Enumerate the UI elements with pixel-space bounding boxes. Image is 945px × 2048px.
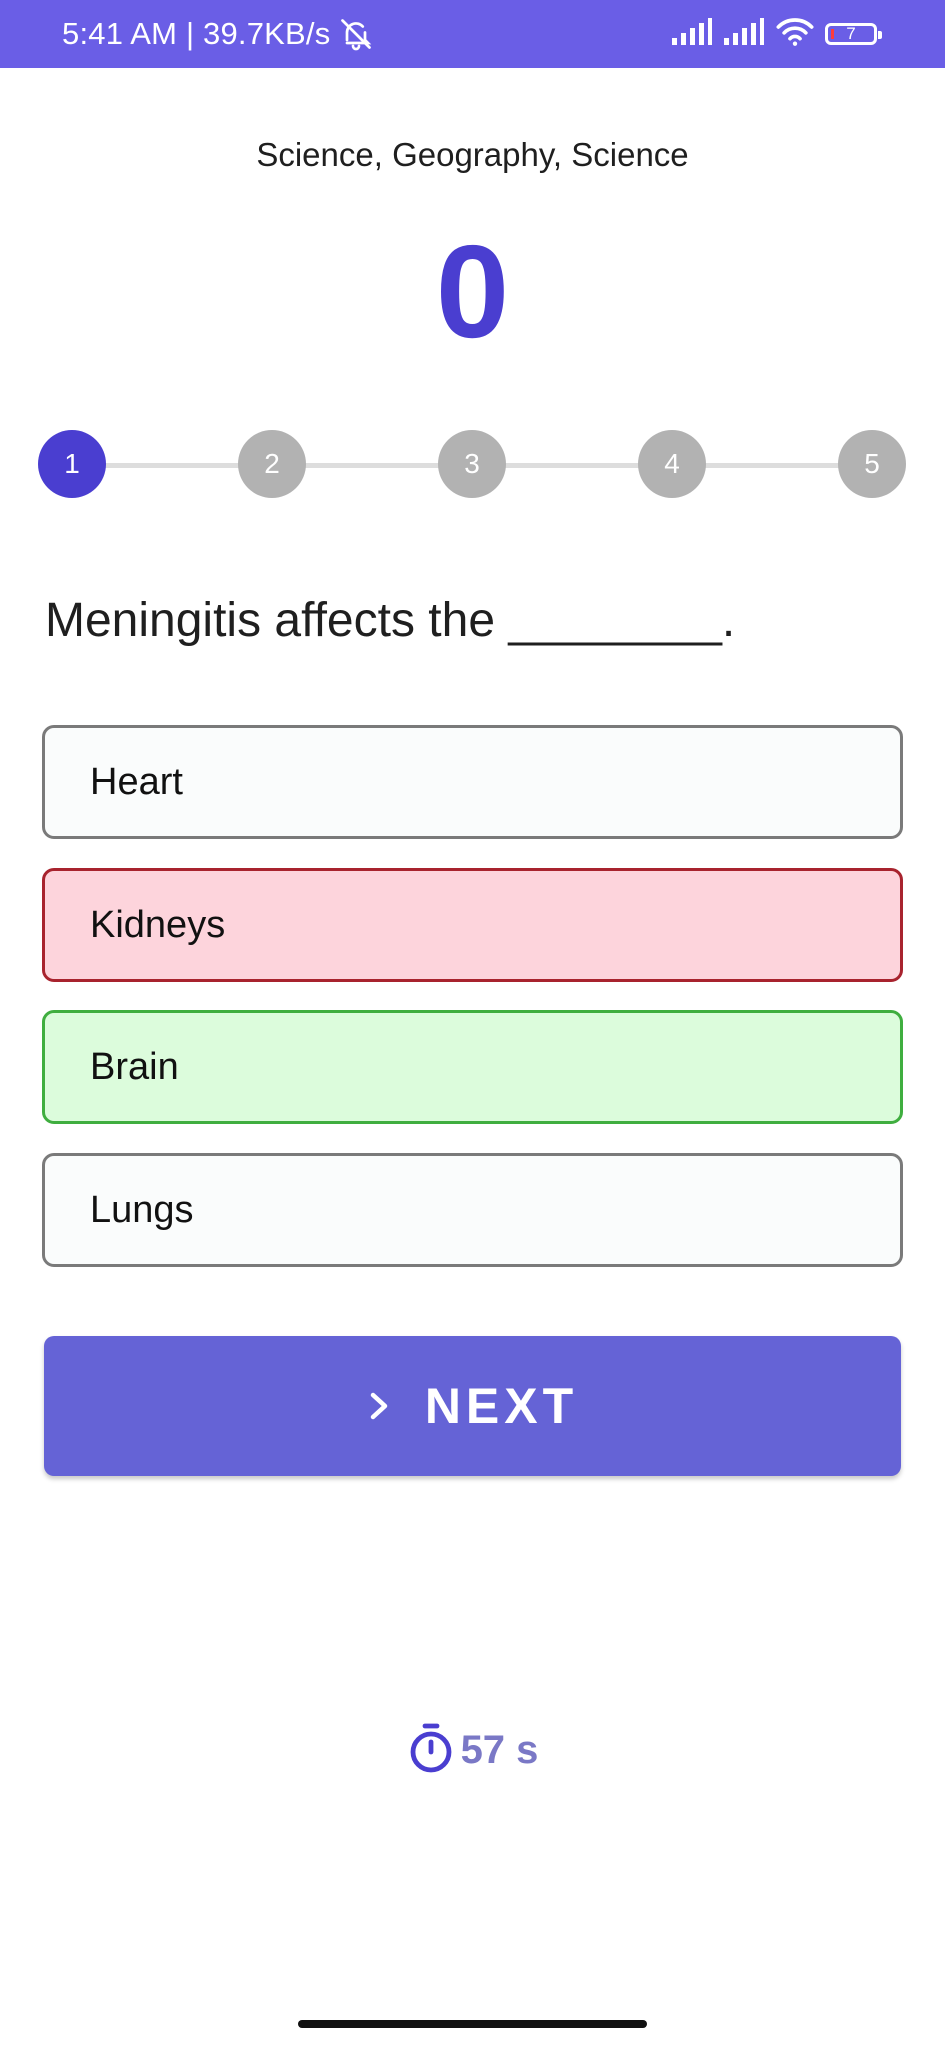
wifi-icon [775,17,815,52]
option-lungs[interactable]: Lungs [42,1153,903,1267]
question-stepper: 1 2 3 4 5 [38,430,906,500]
status-time-speed: 5:41 AM | 39.7KB/s [62,16,331,51]
step-4: 4 [638,430,706,498]
score: 0 [435,218,510,365]
battery-level: 7 [846,24,856,43]
step-5: 5 [838,430,906,498]
step-1: 1 [38,430,106,498]
status-bar: 5:41 AM | 39.7KB/s 7 [0,0,945,68]
chevron-right-icon [367,1389,391,1423]
home-indicator[interactable] [298,2020,647,2028]
option-kidneys[interactable]: Kidneys [42,868,903,982]
question-text: Meningitis affects the ________. [45,594,736,647]
step-3: 3 [438,430,506,498]
timer: 57 s [0,1722,945,1779]
next-button-label: NEXT [424,1378,579,1434]
signal-icon [671,17,713,51]
next-button[interactable]: NEXT [44,1336,901,1476]
battery-icon: 7 [825,23,882,45]
signal-icon [723,17,765,51]
stopwatch-icon [407,1722,455,1779]
option-heart[interactable]: Heart [42,725,903,839]
option-label: Lungs [90,1188,194,1231]
step-2: 2 [238,430,306,498]
option-label: Heart [90,760,183,803]
option-brain[interactable]: Brain [42,1010,903,1124]
status-left: 5:41 AM | 39.7KB/s [62,0,374,68]
option-label: Kidneys [90,903,226,946]
quiz-categories: Science, Geography, Science [256,136,689,173]
status-right: 7 [671,0,882,68]
timer-text: 57 s [460,1728,539,1772]
option-label: Brain [90,1045,179,1088]
bell-off-icon [338,16,374,52]
